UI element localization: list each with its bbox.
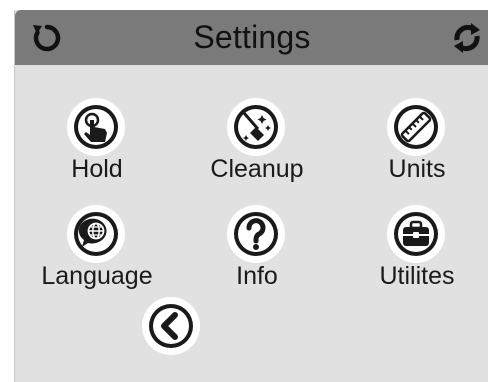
units-button[interactable]: Units: [357, 98, 477, 198]
tile-label-language: Language: [41, 262, 153, 290]
tile-label-info: Info: [236, 262, 278, 290]
page-title: Settings: [193, 19, 311, 55]
sync-icon[interactable]: [449, 20, 485, 56]
header-bar: Settings: [15, 10, 488, 65]
refresh-icon[interactable]: [29, 20, 65, 56]
tile-label-cleanup: Cleanup: [210, 155, 304, 183]
back-chevron-icon: [149, 304, 193, 348]
ruler-icon: [387, 98, 445, 156]
question-icon: [227, 205, 285, 263]
tile-label-hold: Hold: [71, 155, 123, 183]
info-button[interactable]: Info: [197, 205, 317, 305]
hand-touch-icon: [67, 98, 125, 156]
settings-screen: Settings Hold Cleanup Units Language Inf…: [14, 10, 488, 382]
toolbox-icon: [387, 205, 445, 263]
utilites-button[interactable]: Utilites: [357, 205, 477, 305]
hold-button[interactable]: Hold: [37, 98, 157, 198]
globe-speech-icon: [67, 205, 125, 263]
tile-label-utilites: Utilites: [379, 262, 455, 290]
back-button[interactable]: [142, 297, 200, 355]
language-button[interactable]: Language: [37, 205, 157, 305]
cleanup-button[interactable]: Cleanup: [197, 98, 317, 198]
broom-icon: [227, 98, 285, 156]
tile-label-units: Units: [388, 155, 446, 183]
